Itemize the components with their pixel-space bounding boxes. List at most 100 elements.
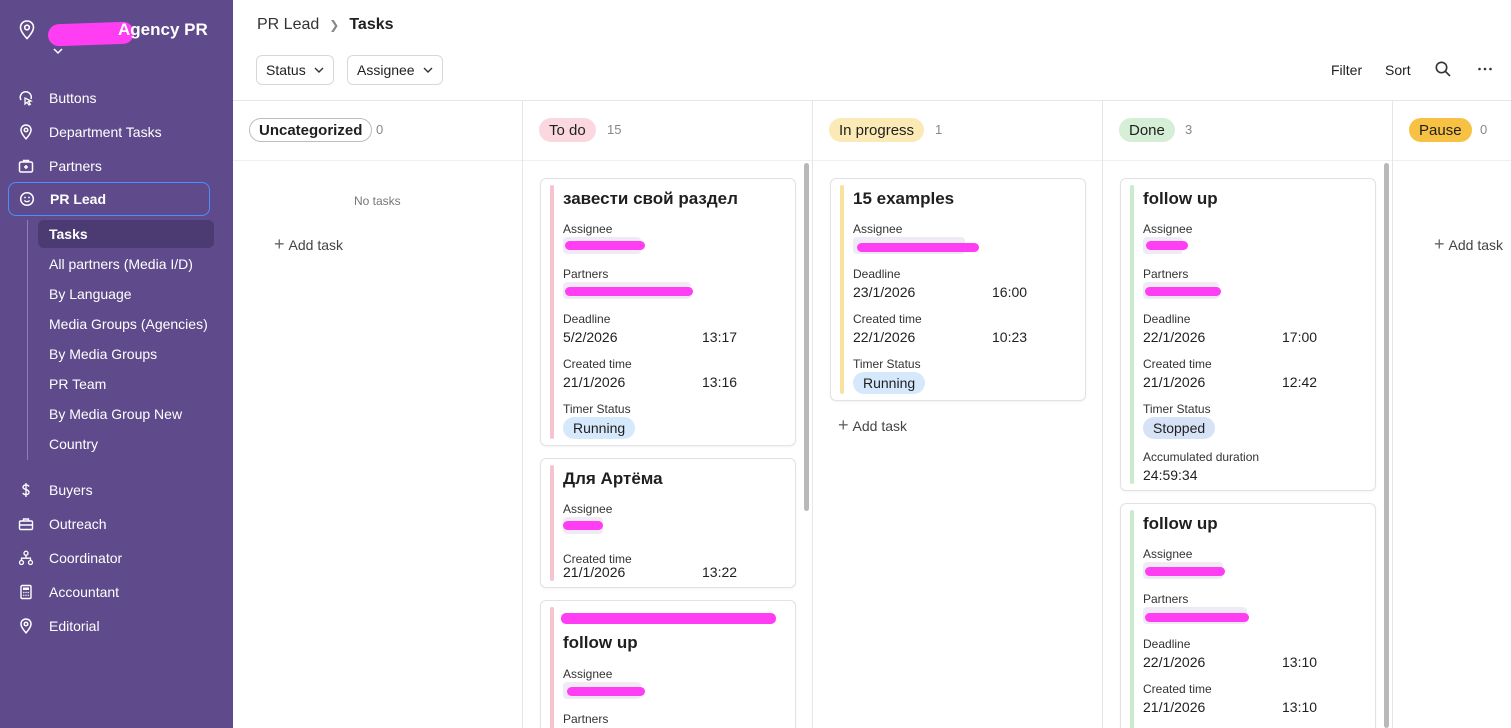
column-divider bbox=[1392, 101, 1393, 728]
sidebar-item-editorial[interactable]: Editorial bbox=[8, 609, 210, 643]
column-title-uncategorized[interactable]: Uncategorized bbox=[249, 118, 373, 142]
filter-button[interactable]: Filter bbox=[1331, 62, 1362, 78]
sidebar: Agency PR Buttons Department Tasks Partn… bbox=[0, 0, 233, 728]
sidebar-subitem-by-media-group-new[interactable]: By Media Group New bbox=[38, 400, 214, 428]
field-label: Created time bbox=[1143, 682, 1212, 696]
chevron-down-icon bbox=[314, 67, 324, 73]
task-title: follow up bbox=[563, 633, 638, 652]
assignee-filter-button[interactable]: Assignee bbox=[347, 55, 443, 85]
field-label: Timer Status bbox=[853, 357, 921, 371]
deadline-date: 22/1/2026 bbox=[1143, 654, 1206, 670]
workspace-name: Agency PR bbox=[118, 20, 208, 39]
add-task-label: Add task bbox=[288, 236, 343, 253]
redaction-mark bbox=[857, 243, 979, 252]
more-options-icon[interactable] bbox=[1476, 60, 1494, 78]
column-divider bbox=[522, 101, 523, 728]
task-card[interactable]: follow up Assignee Partners Deadline 22/… bbox=[1120, 178, 1376, 491]
add-task-button[interactable]: + Add task bbox=[274, 234, 343, 255]
column-scrollbar[interactable] bbox=[804, 163, 809, 511]
add-task-button[interactable]: + Add task bbox=[1434, 234, 1503, 255]
redaction-mark bbox=[1145, 567, 1225, 576]
page-title: Tasks bbox=[349, 16, 394, 33]
task-card[interactable]: follow up Assignee Partners bbox=[540, 600, 796, 728]
status-color-bar bbox=[1130, 510, 1134, 728]
sidebar-item-buttons[interactable]: Buttons bbox=[8, 81, 210, 115]
task-card[interactable]: follow up Assignee Partners Deadline 22/… bbox=[1120, 503, 1376, 728]
column-title-in-progress[interactable]: In progress bbox=[829, 118, 925, 142]
add-task-button[interactable]: + Add task bbox=[838, 415, 907, 436]
pin-icon bbox=[18, 618, 34, 634]
timer-status-badge: Stopped bbox=[1143, 417, 1216, 439]
workspace-switcher[interactable]: Agency PR bbox=[18, 16, 218, 60]
field-label: Created time bbox=[853, 312, 922, 326]
sidebar-subitem-tasks[interactable]: Tasks bbox=[38, 220, 214, 248]
task-card[interactable]: 15 examples Assignee Deadline 23/1/2026 … bbox=[830, 178, 1086, 401]
sidebar-subitem-by-media-groups[interactable]: By Media Groups bbox=[38, 340, 214, 368]
sort-button[interactable]: Sort bbox=[1385, 62, 1411, 78]
field-label: Deadline bbox=[563, 312, 611, 326]
column-title-todo[interactable]: To do bbox=[539, 118, 596, 142]
sidebar-subitem-by-language[interactable]: By Language bbox=[38, 280, 214, 308]
redaction-mark bbox=[561, 613, 776, 624]
column-title-done[interactable]: Done bbox=[1119, 118, 1175, 142]
sidebar-item-outreach[interactable]: Outreach bbox=[8, 507, 210, 541]
search-icon[interactable] bbox=[1434, 60, 1452, 78]
sidebar-item-coordinator[interactable]: Coordinator bbox=[8, 541, 210, 575]
sidebar-item-department-tasks[interactable]: Department Tasks bbox=[8, 115, 210, 149]
created-time: 13:22 bbox=[702, 564, 738, 580]
created-date: 21/1/2026 bbox=[1143, 699, 1206, 715]
task-card[interactable]: Для Артёма Assignee Created time 21/1/20… bbox=[540, 458, 796, 588]
chevron-down-icon[interactable] bbox=[52, 46, 64, 56]
task-title: Для Артёма bbox=[563, 469, 663, 488]
column-count: 0 bbox=[376, 122, 384, 137]
redaction-mark bbox=[565, 241, 645, 250]
column-scrollbar[interactable] bbox=[1384, 163, 1389, 728]
created-date: 21/1/2026 bbox=[1143, 374, 1206, 390]
field-label: Partners bbox=[563, 267, 609, 281]
sidebar-item-accountant[interactable]: Accountant bbox=[8, 575, 210, 609]
status-filter-button[interactable]: Status bbox=[256, 55, 334, 85]
field-label: Deadline bbox=[1143, 637, 1191, 651]
column-title-pause[interactable]: Pause bbox=[1409, 118, 1472, 142]
sidebar-item-pr-lead[interactable]: PR Lead bbox=[8, 182, 210, 216]
field-label: Timer Status bbox=[563, 402, 631, 416]
breadcrumb-pr-lead[interactable]: PR Lead bbox=[257, 16, 319, 34]
dollar-icon bbox=[18, 482, 34, 498]
status-color-bar bbox=[550, 185, 554, 439]
sidebar-subitem-all-partners[interactable]: All partners (Media I/D) bbox=[38, 250, 214, 278]
deadline-date: 23/1/2026 bbox=[853, 284, 916, 300]
sidebar-subitem-media-groups[interactable]: Media Groups (Agencies) bbox=[38, 310, 214, 338]
status-color-bar bbox=[550, 607, 554, 728]
field-label: Assignee bbox=[853, 222, 903, 236]
status-filter-label: Status bbox=[266, 62, 306, 78]
submenu-rail bbox=[27, 220, 28, 460]
calculator-icon bbox=[18, 584, 34, 600]
created-date: 21/1/2026 bbox=[563, 374, 626, 390]
deadline-time: 13:10 bbox=[1282, 654, 1318, 670]
deadline-time: 13:17 bbox=[702, 329, 738, 345]
header-divider bbox=[233, 100, 1511, 101]
deadline-date: 22/1/2026 bbox=[1143, 329, 1206, 345]
field-label: Created time bbox=[1143, 357, 1212, 371]
field-label: Deadline bbox=[1143, 312, 1191, 326]
field-label: Assignee bbox=[1143, 222, 1193, 236]
timer-status-badge: Running bbox=[853, 372, 926, 394]
sidebar-item-label: Editorial bbox=[49, 618, 100, 634]
sidebar-item-partners[interactable]: Partners bbox=[8, 149, 210, 183]
status-color-bar bbox=[550, 465, 554, 581]
sidebar-subitem-country[interactable]: Country bbox=[38, 430, 214, 458]
field-label: Created time bbox=[563, 357, 632, 371]
sidebar-item-buyers[interactable]: Buyers bbox=[8, 473, 210, 507]
hierarchy-icon bbox=[18, 550, 34, 566]
task-title: follow up bbox=[1143, 514, 1218, 533]
sidebar-item-label: Outreach bbox=[49, 516, 107, 532]
field-label: Assignee bbox=[1143, 547, 1193, 561]
plus-icon: + bbox=[1434, 234, 1445, 254]
sidebar-subitem-pr-team[interactable]: PR Team bbox=[38, 370, 214, 398]
field-label: Assignee bbox=[563, 502, 613, 516]
column-count: 0 bbox=[1480, 122, 1488, 137]
task-card[interactable]: завести свой раздел Assignee Partners De… bbox=[540, 178, 796, 446]
deadline-date: 5/2/2026 bbox=[563, 329, 618, 345]
timer-status-badge: Running bbox=[563, 417, 636, 439]
field-label: Timer Status bbox=[1143, 402, 1211, 416]
